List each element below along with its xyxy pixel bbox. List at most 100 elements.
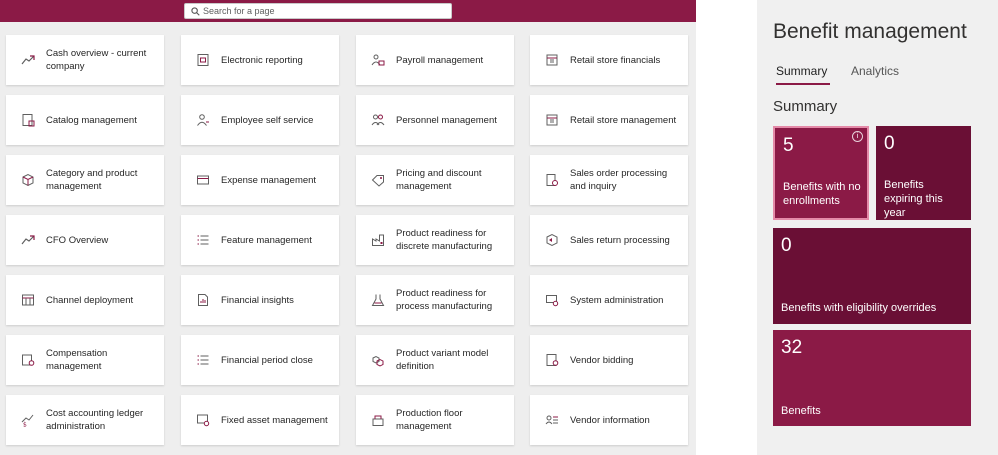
tag-icon xyxy=(371,175,384,187)
tile-product-variant-model[interactable]: Product variant model definition xyxy=(356,335,514,385)
tile-label: CFO Overview xyxy=(46,234,109,246)
benefit-workspace-panel: Benefit management Summary Analytics Sum… xyxy=(757,0,998,455)
trend-icon xyxy=(21,55,35,65)
tile-payroll-management[interactable]: Payroll management xyxy=(356,35,514,85)
tile-label: Employee self service xyxy=(221,114,314,126)
tile-label: Catalog management xyxy=(46,114,137,126)
tile-label: Channel deployment xyxy=(46,294,134,306)
admin-icon xyxy=(546,295,559,307)
top-bar: Search for a page xyxy=(0,0,696,22)
kpi-caption: Benefits with eligibility overrides xyxy=(781,302,937,314)
tab-summary-label: Summary xyxy=(776,64,828,78)
tile-financial-insights[interactable]: Financial insights xyxy=(181,275,339,325)
tile-label: Electronic reporting xyxy=(221,54,303,66)
kpi-value: 0 xyxy=(781,235,792,256)
trend-icon xyxy=(21,235,35,245)
tile-cash-overview[interactable]: Cash overview - current company xyxy=(6,35,164,85)
tile-system-administration[interactable]: System administration xyxy=(530,275,688,325)
kpi-value: 32 xyxy=(781,337,803,358)
deploy-icon xyxy=(22,294,34,306)
tile-vendor-information[interactable]: Vendor information xyxy=(530,395,688,445)
tab-analytics-label: Analytics xyxy=(851,64,900,78)
tile-label: Retail store financials xyxy=(570,54,661,66)
bid-icon xyxy=(546,354,559,366)
tile-employee-self-service[interactable]: Employee self service xyxy=(181,95,339,145)
tile-retail-store-financials[interactable]: Retail store financials xyxy=(530,35,688,85)
tile-label: Sales order processing and inquiry xyxy=(570,168,668,192)
tile-label: Personnel management xyxy=(396,114,497,126)
tile-fixed-asset-management[interactable]: Fixed asset management xyxy=(181,395,339,445)
list-icon xyxy=(197,235,209,245)
kpi-caption: Benefits xyxy=(781,405,821,417)
money-icon xyxy=(22,354,35,366)
tile-channel-deployment[interactable]: Channel deployment xyxy=(6,275,164,325)
list-icon xyxy=(197,355,209,365)
tile-financial-period-close[interactable]: Financial period close xyxy=(181,335,339,385)
tile-retail-store-management[interactable]: Retail store management xyxy=(530,95,688,145)
variant-icon xyxy=(372,355,384,367)
tile-label: Pricing and discount management xyxy=(396,168,482,192)
tile-electronic-reporting[interactable]: Electronic reporting xyxy=(181,35,339,85)
box-icon xyxy=(22,173,34,187)
tile-label: Product variant model definition xyxy=(396,348,489,372)
tab-summary[interactable]: Summary xyxy=(776,64,827,78)
production-icon xyxy=(372,415,384,426)
tile-label: Payroll management xyxy=(396,54,484,66)
tile-vendor-bidding[interactable]: Vendor bidding xyxy=(530,335,688,385)
asset-icon xyxy=(197,414,210,427)
tile-label: Financial insights xyxy=(221,294,294,306)
people-icon xyxy=(371,114,385,126)
tile-label: Vendor bidding xyxy=(570,354,634,366)
store-icon xyxy=(546,114,558,126)
tile-label: Vendor information xyxy=(570,414,650,426)
svg-text:$: $ xyxy=(23,422,27,428)
tile-compensation-management[interactable]: Compensation management xyxy=(6,335,164,385)
person-icon xyxy=(197,114,209,126)
factory-icon xyxy=(372,234,384,246)
ledger-icon: $ xyxy=(21,414,34,428)
people-money-icon xyxy=(371,54,385,66)
tile-label: Expense management xyxy=(221,174,317,186)
tile-label: Product readiness for discrete manufactu… xyxy=(396,228,493,252)
active-tab-indicator xyxy=(776,83,830,85)
tile-product-readiness-process[interactable]: Product readiness for process manufactur… xyxy=(356,275,514,325)
tile-expense-management[interactable]: Expense management xyxy=(181,155,339,205)
search-placeholder: Search for a page xyxy=(203,6,275,16)
tile-personnel-management[interactable]: Personnel management xyxy=(356,95,514,145)
tile-cost-accounting-ledger[interactable]: $ Cost accounting ledger administration xyxy=(6,395,164,445)
kpi-eligibility-overrides[interactable]: 0 Benefits with eligibility overrides xyxy=(773,228,971,324)
kpi-benefits[interactable]: 32 Benefits xyxy=(773,330,971,426)
tile-label: Financial period close xyxy=(221,354,313,366)
report-icon xyxy=(197,54,209,66)
tile-sales-order-processing[interactable]: Sales order processing and inquiry xyxy=(530,155,688,205)
tile-label: Fixed asset management xyxy=(221,414,328,426)
store-icon xyxy=(546,54,558,66)
tile-category-product-management[interactable]: Category and product management xyxy=(6,155,164,205)
tile-production-floor-management[interactable]: Production floor management xyxy=(356,395,514,445)
tile-pricing-discount-management[interactable]: Pricing and discount management xyxy=(356,155,514,205)
tile-cfo-overview[interactable]: CFO Overview xyxy=(6,215,164,265)
tile-label: Retail store management xyxy=(570,114,677,126)
tile-label: Cost accounting ledger administration xyxy=(46,408,144,432)
kpi-benefits-no-enrollments[interactable]: i 5 Benefits with no enrollments xyxy=(773,126,869,220)
info-icon[interactable]: i xyxy=(852,131,863,142)
tile-sales-return-processing[interactable]: Sales return processing xyxy=(530,215,688,265)
tile-catalog-management[interactable]: Catalog management xyxy=(6,95,164,145)
chart-doc-icon xyxy=(198,294,208,306)
tile-label: Product readiness for process manufactur… xyxy=(396,288,493,312)
tile-product-readiness-discrete[interactable]: Product readiness for discrete manufactu… xyxy=(356,215,514,265)
order-icon xyxy=(546,174,558,186)
tile-feature-management[interactable]: Feature management xyxy=(181,215,339,265)
tile-label: Cash overview - current company xyxy=(46,48,147,72)
tile-label: Feature management xyxy=(221,234,312,246)
catalog-icon xyxy=(22,114,35,127)
tile-label: Production floor management xyxy=(396,408,463,432)
search-input[interactable]: Search for a page xyxy=(184,3,452,19)
search-icon xyxy=(191,6,200,16)
kpi-value: 5 xyxy=(783,135,794,156)
kpi-caption: Benefits with no enrollments xyxy=(783,181,861,207)
section-title: Summary xyxy=(773,98,838,115)
vendor-icon xyxy=(545,415,558,425)
tab-analytics[interactable]: Analytics xyxy=(851,64,899,78)
kpi-benefits-expiring[interactable]: 0 Benefits expiring this year xyxy=(876,126,971,220)
